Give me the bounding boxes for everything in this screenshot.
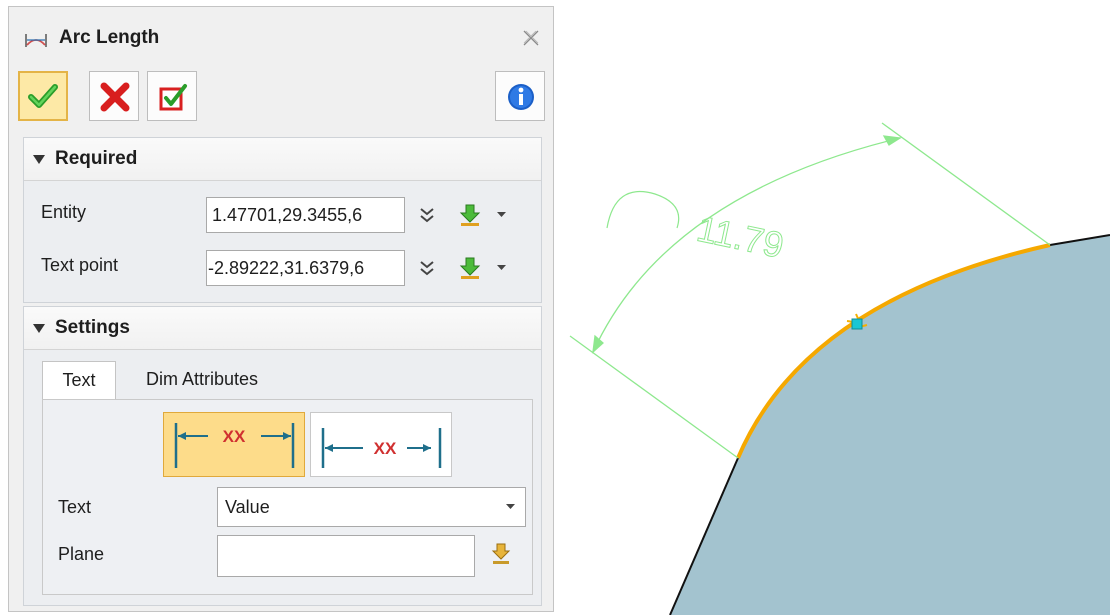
checkmark-icon (28, 84, 58, 108)
text-point-label: Text point (41, 255, 119, 275)
info-button[interactable] (495, 71, 545, 121)
dialog-title: Arc Length (59, 27, 160, 48)
dropdown-arrow-icon[interactable] (497, 212, 506, 218)
arc-symbol (606, 190, 680, 229)
tab-text[interactable]: Text (42, 361, 116, 401)
tab-dim-attributes[interactable]: Dim Attributes (138, 361, 266, 397)
double-chevron-down-icon[interactable] (420, 260, 434, 276)
arc-length-dialog: Arc Length Required Entity 1.47701,29.34… (8, 6, 554, 612)
extension-line-right (881, 122, 1051, 246)
dimension-arrow-right (882, 135, 902, 146)
dim-text-inline-icon: XX (321, 428, 442, 468)
plane-label: Plane (58, 544, 105, 564)
dialog-titlebar: Arc Length (9, 7, 553, 69)
dimension-arrow-left (592, 334, 604, 354)
extension-line-left (569, 335, 739, 459)
arc-length-icon (25, 34, 47, 47)
text-select-value: Value (225, 497, 270, 517)
text-tab-panel: XX XX Text Value Plane (42, 399, 533, 595)
collapse-triangle-icon (33, 155, 45, 164)
entity-field[interactable]: 1.47701,29.3455,6 (206, 197, 405, 233)
settings-title: Settings (55, 317, 130, 338)
settings-header[interactable]: Settings (24, 307, 541, 350)
model-face[interactable] (670, 235, 1110, 615)
plane-field[interactable] (217, 535, 475, 577)
chevron-down-icon (506, 504, 515, 509)
style-sample-text: XX (374, 439, 397, 458)
text-label: Text (58, 497, 92, 517)
pick-point-icon[interactable] (458, 256, 482, 280)
pick-plane-icon[interactable] (491, 543, 511, 565)
cancel-button[interactable] (89, 71, 139, 121)
settings-tabs: Text Dim Attributes XX XX Text Value Pla… (32, 356, 533, 595)
red-x-icon (100, 82, 130, 112)
apply-check-box-icon (159, 84, 187, 111)
apply-button[interactable] (147, 71, 197, 121)
required-section: Required Entity 1.47701,29.3455,6 Text p… (23, 137, 542, 303)
dim-text-aligned-icon: XX (174, 423, 295, 468)
text-above-line-style-button[interactable]: XX (163, 412, 305, 477)
collapse-triangle-icon (33, 324, 45, 333)
dimension-value[interactable]: 11.79 (693, 207, 788, 266)
text-point-field[interactable]: -2.89222,31.6379,6 (206, 250, 405, 286)
style-sample-text: XX (223, 427, 246, 446)
ok-button[interactable] (18, 71, 68, 121)
close-icon[interactable] (521, 28, 541, 48)
dropdown-arrow-icon[interactable] (497, 265, 506, 271)
info-icon (508, 84, 534, 110)
text-select[interactable]: Value (217, 487, 526, 527)
text-inline-style-button[interactable]: XX (310, 412, 452, 477)
entity-label: Entity (41, 202, 87, 222)
pick-entity-icon[interactable] (458, 203, 482, 227)
settings-section: Settings Text Dim Attributes XX XX Text … (23, 306, 542, 606)
required-title: Required (55, 148, 138, 169)
required-header[interactable]: Required (24, 138, 541, 181)
graphics-viewport[interactable]: 11.79 (555, 0, 1110, 615)
double-chevron-down-icon[interactable] (420, 207, 434, 223)
